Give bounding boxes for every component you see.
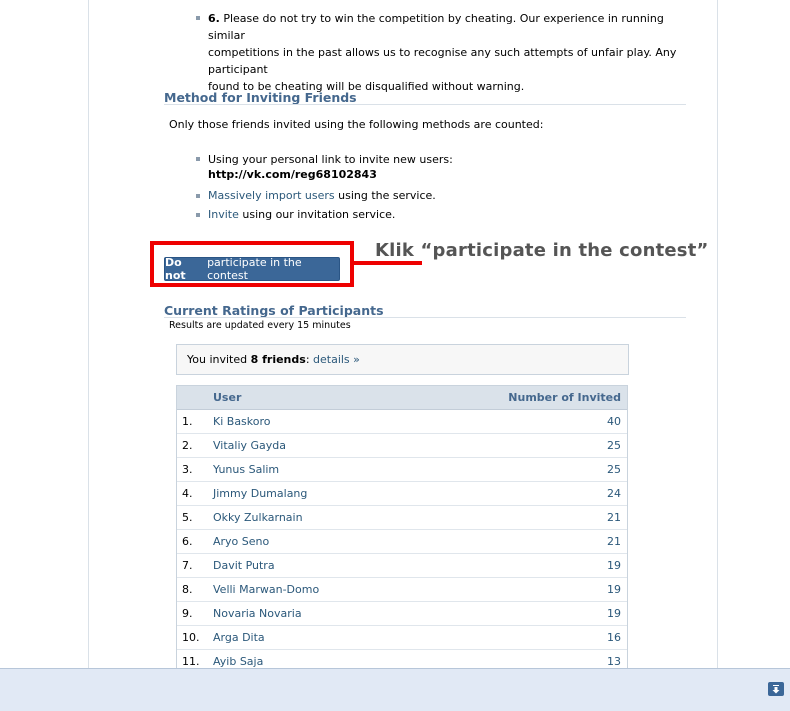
participant-name-link[interactable]: Novaria Novaria bbox=[213, 607, 302, 620]
rank: 9. bbox=[182, 607, 193, 620]
invited-colon: : bbox=[305, 353, 314, 366]
invited-count-link[interactable]: 25 bbox=[607, 439, 621, 452]
bottom-bar bbox=[0, 668, 790, 711]
participant-name-link[interactable]: Jimmy Dumalang bbox=[213, 487, 307, 500]
rule-number: 6. bbox=[208, 12, 220, 25]
invited-prefix: You invited bbox=[187, 353, 251, 366]
ratings-title: Current Ratings of Participants bbox=[164, 303, 384, 318]
rank: 1. bbox=[182, 415, 193, 428]
invited-count-link[interactable]: 19 bbox=[607, 583, 621, 596]
ratings-table: User Number of Invited 1. Ki Baskoro 40 2. V… bbox=[176, 385, 628, 675]
participant-name-link[interactable]: Arga Dita bbox=[213, 631, 265, 644]
rank: 6. bbox=[182, 535, 193, 548]
divider bbox=[164, 317, 686, 318]
participant-name-link[interactable]: Vitaliy Gayda bbox=[213, 439, 286, 452]
rank: 8. bbox=[182, 583, 193, 596]
invited-count-link[interactable]: 16 bbox=[607, 631, 621, 644]
rank: 10. bbox=[182, 631, 200, 644]
invited-count-link[interactable]: 25 bbox=[607, 463, 621, 476]
invite-link[interactable]: Invite bbox=[208, 208, 239, 221]
rule-item-6: 6. Please do not try to win the competit… bbox=[208, 10, 688, 95]
rule-text: competitions in the past allows us to re… bbox=[208, 46, 677, 76]
invited-count-link[interactable]: 40 bbox=[607, 415, 621, 428]
button-text: participate in the contest bbox=[207, 256, 302, 282]
ratings-update-note: Results are updated every 15 minutes bbox=[169, 320, 351, 331]
method-item-import: Massively import users using the service… bbox=[208, 187, 436, 204]
participant-name-link[interactable]: Davit Putra bbox=[213, 559, 275, 572]
import-users-link[interactable]: Massively import users bbox=[208, 189, 335, 202]
table-row: 5. Okky Zulkarnain 21 bbox=[177, 506, 627, 530]
method-text: using our invitation service. bbox=[238, 208, 396, 221]
table-row: 10. Arga Dita 16 bbox=[177, 626, 627, 650]
method-text: using the service. bbox=[334, 189, 436, 202]
participant-name-link[interactable]: Velli Marwan-Domo bbox=[213, 583, 319, 596]
participant-name-link[interactable]: Okky Zulkarnain bbox=[213, 511, 303, 524]
participant-name-link[interactable]: Ki Baskoro bbox=[213, 415, 271, 428]
scroll-down-icon[interactable] bbox=[768, 682, 784, 696]
table-row: 1. Ki Baskoro 40 bbox=[177, 410, 627, 434]
invited-summary: You invited 8 friends: details » bbox=[176, 344, 629, 375]
button-bold-text: Do not bbox=[165, 256, 186, 282]
bullet-icon bbox=[196, 16, 200, 20]
column-header-user: User bbox=[213, 391, 242, 404]
bullet-icon bbox=[196, 194, 200, 198]
participant-name-link[interactable]: Yunus Salim bbox=[213, 463, 279, 476]
bullet-icon bbox=[196, 213, 200, 217]
method-item-link: Using your personal link to invite new u… bbox=[208, 151, 453, 168]
invited-count-link[interactable]: 21 bbox=[607, 511, 621, 524]
participant-name-link[interactable]: Aryo Seno bbox=[213, 535, 269, 548]
bullet-icon bbox=[196, 157, 200, 161]
table-header: User Number of Invited bbox=[177, 386, 627, 410]
rank: 3. bbox=[182, 463, 193, 476]
table-row: 4. Jimmy Dumalang 24 bbox=[177, 482, 627, 506]
table-row: 6. Aryo Seno 21 bbox=[177, 530, 627, 554]
invited-count-link[interactable]: 19 bbox=[607, 559, 621, 572]
method-item-invite: Invite using our invitation service. bbox=[208, 206, 395, 223]
table-row: 9. Novaria Novaria 19 bbox=[177, 602, 627, 626]
rank: 4. bbox=[182, 487, 193, 500]
invited-count-link[interactable]: 19 bbox=[607, 607, 621, 620]
rank: 2. bbox=[182, 439, 193, 452]
rank: 5. bbox=[182, 511, 193, 524]
invited-count: 8 friends bbox=[250, 353, 306, 366]
table-row: 8. Velli Marwan-Domo 19 bbox=[177, 578, 627, 602]
details-link[interactable]: details » bbox=[313, 353, 360, 366]
participant-name-link[interactable]: Ayib Saja bbox=[213, 655, 263, 668]
invited-count-link[interactable]: 24 bbox=[607, 487, 621, 500]
column-header-invited: Number of Invited bbox=[508, 391, 621, 404]
divider bbox=[164, 104, 686, 105]
annotation-label: Klik “participate in the contest” bbox=[375, 240, 709, 261]
table-row: 7. Davit Putra 19 bbox=[177, 554, 627, 578]
annotation-pointer bbox=[354, 261, 422, 265]
personal-invite-link[interactable]: http://vk.com/reg68102843 bbox=[208, 168, 377, 181]
method-text: Using your personal link to invite new u… bbox=[208, 153, 453, 166]
table-row: 3. Yunus Salim 25 bbox=[177, 458, 627, 482]
participate-toggle-button[interactable]: Do not participate in the contest bbox=[164, 256, 340, 282]
methods-title: Method for Inviting Friends bbox=[164, 90, 357, 105]
rank: 7. bbox=[182, 559, 193, 572]
rank: 11. bbox=[182, 655, 200, 668]
invited-count-link[interactable]: 13 bbox=[607, 655, 621, 668]
invited-count-link[interactable]: 21 bbox=[607, 535, 621, 548]
table-row: 2. Vitaliy Gayda 25 bbox=[177, 434, 627, 458]
rule-text: Please do not try to win the competition… bbox=[208, 12, 664, 42]
methods-intro: Only those friends invited using the fol… bbox=[169, 118, 544, 131]
